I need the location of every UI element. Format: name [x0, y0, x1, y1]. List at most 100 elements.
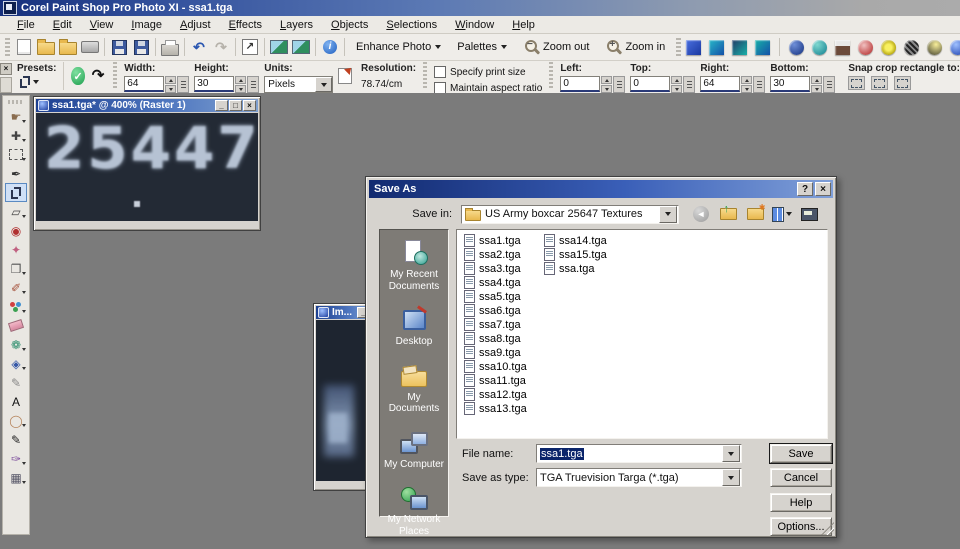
pin-icon[interactable] [0, 77, 12, 93]
effects-icon-12[interactable] [948, 36, 960, 58]
file-name-input[interactable]: ssa1.tga [536, 444, 742, 463]
snap-layer-opaque-button[interactable] [871, 76, 888, 90]
menu-item[interactable]: View [81, 18, 123, 32]
save-button[interactable]: Save [770, 444, 832, 463]
file-item[interactable]: ssa.tga [544, 263, 607, 274]
save-as-type-select[interactable]: TGA Truevision Targa (*.tga) [536, 468, 742, 487]
open-file-icon[interactable] [35, 36, 57, 58]
file-list[interactable]: ssa1.tga ssa2.tga ssa3.tga ssa4.tga [456, 229, 828, 439]
file-item[interactable]: ssa10.tga [464, 361, 527, 372]
close-button[interactable]: × [815, 182, 831, 196]
effects-icon-10[interactable] [902, 36, 921, 58]
zoom-in-button[interactable]: + Zoom in [597, 38, 673, 56]
paint-brush-tool[interactable]: ✐ [5, 278, 27, 297]
chevron-down-icon[interactable] [315, 77, 332, 92]
image-window-titlebar[interactable]: ssa1.tga* @ 400% (Raster 1) _ □ × [36, 99, 258, 112]
presets-dropdown[interactable] [17, 76, 56, 88]
reset-button[interactable]: ↷ [90, 66, 107, 84]
zoom-out-button[interactable]: − Zoom out [515, 38, 597, 56]
place-my-network-places[interactable]: My Network Places [381, 485, 447, 537]
spin-down-icon[interactable] [165, 85, 176, 93]
perspective-tool[interactable]: ▱ [5, 202, 27, 221]
menu-item[interactable]: Window [446, 18, 503, 32]
menu-item[interactable]: Adjust [171, 18, 220, 32]
file-item[interactable]: ssa2.tga [464, 249, 527, 260]
menu-item[interactable]: Help [503, 18, 544, 32]
units-select[interactable]: Pixels [264, 76, 333, 93]
effects-icon-1[interactable] [684, 36, 703, 58]
help-button[interactable]: Help [770, 493, 832, 512]
right-input[interactable]: 64 [700, 76, 740, 92]
spinner-menu-button[interactable] [823, 76, 835, 93]
toolbar-grip[interactable] [5, 38, 10, 56]
file-item[interactable]: ssa9.tga [464, 347, 527, 358]
menu-item[interactable]: File [8, 18, 44, 32]
mesh-warp-tool[interactable]: ▦ [5, 468, 27, 487]
effects-icon-7[interactable] [833, 36, 852, 58]
spin-down-icon[interactable] [235, 85, 246, 93]
up-one-level-button[interactable] [718, 205, 738, 223]
spinner-menu-button[interactable] [683, 76, 695, 93]
effects-icon-9[interactable] [879, 36, 898, 58]
bottom-input[interactable]: 30 [770, 76, 810, 92]
file-item[interactable]: ssa11.tga [464, 375, 527, 386]
undo-icon[interactable]: ↶ [188, 36, 210, 58]
pen-tool[interactable]: ✎ [5, 430, 27, 449]
spinner-menu-button[interactable] [613, 76, 625, 93]
close-button[interactable]: × [243, 100, 256, 111]
snap-full-image-button[interactable] [848, 76, 865, 90]
resize-icon[interactable]: ↗ [239, 36, 261, 58]
browse-folders-icon[interactable] [57, 36, 79, 58]
new-folder-button[interactable] [745, 205, 765, 223]
effects-icon-8[interactable] [856, 36, 875, 58]
resolution-page-icon[interactable] [338, 68, 352, 84]
makeover-tool[interactable]: ✦ [5, 240, 27, 259]
dialog-titlebar[interactable]: Save As ? × [369, 180, 833, 198]
palette-grip[interactable] [8, 100, 24, 104]
picture-tube-tool[interactable]: ❁ [5, 335, 27, 354]
scan-icon[interactable] [79, 36, 101, 58]
place-my-documents[interactable]: My Documents [381, 363, 447, 415]
file-item[interactable]: ssa4.tga [464, 277, 527, 288]
twain-image-icon-1[interactable] [268, 36, 290, 58]
image-window-ssa1[interactable]: ssa1.tga* @ 400% (Raster 1) _ □ × 25447 [33, 96, 261, 231]
effects-icon-3[interactable] [730, 36, 749, 58]
menu-item[interactable]: Objects [322, 18, 377, 32]
top-input[interactable]: 0 [630, 76, 670, 92]
toolbar-grip[interactable] [676, 38, 681, 56]
menu-item[interactable]: Image [122, 18, 171, 32]
file-item[interactable]: ssa6.tga [464, 305, 527, 316]
desktop-folder-button[interactable] [799, 205, 819, 223]
minimize-button[interactable]: _ [215, 100, 228, 111]
chevron-down-icon[interactable] [722, 469, 740, 486]
info-icon[interactable]: i [319, 36, 341, 58]
view-menu-button[interactable] [772, 205, 792, 223]
apply-button[interactable]: ✓ [71, 67, 84, 85]
cancel-button[interactable]: Cancel [770, 468, 832, 487]
save-in-combo[interactable]: US Army boxcar 25647 Textures [461, 205, 679, 224]
effects-icon-11[interactable] [925, 36, 944, 58]
text-tool[interactable]: A [5, 392, 27, 411]
print-icon[interactable] [159, 36, 181, 58]
redo-icon[interactable]: ↷ [210, 36, 232, 58]
spinner-menu-button[interactable] [753, 76, 765, 93]
image-canvas[interactable]: 25447 [36, 113, 258, 221]
save-icon[interactable] [108, 36, 130, 58]
effects-icon-5[interactable] [787, 36, 806, 58]
twain-image-icon-2[interactable] [290, 36, 312, 58]
background-eraser-tool[interactable]: ✎ [5, 373, 27, 392]
effects-icon-2[interactable] [707, 36, 726, 58]
spinner-menu-button[interactable] [247, 76, 259, 93]
file-item[interactable]: ssa7.tga [464, 319, 527, 330]
close-icon[interactable]: × [0, 63, 12, 75]
dropper-tool[interactable]: ✒ [5, 164, 27, 183]
eraser-tool[interactable] [5, 316, 27, 335]
effects-icon-4[interactable] [753, 36, 772, 58]
crop-tool[interactable] [5, 183, 27, 202]
file-item[interactable]: ssa15.tga [544, 249, 607, 260]
file-item[interactable]: ssa8.tga [464, 333, 527, 344]
help-button[interactable]: ? [797, 182, 813, 196]
red-eye-tool[interactable]: ◉ [5, 221, 27, 240]
back-button[interactable]: ◄ [691, 205, 711, 223]
chevron-down-icon[interactable] [659, 206, 677, 223]
